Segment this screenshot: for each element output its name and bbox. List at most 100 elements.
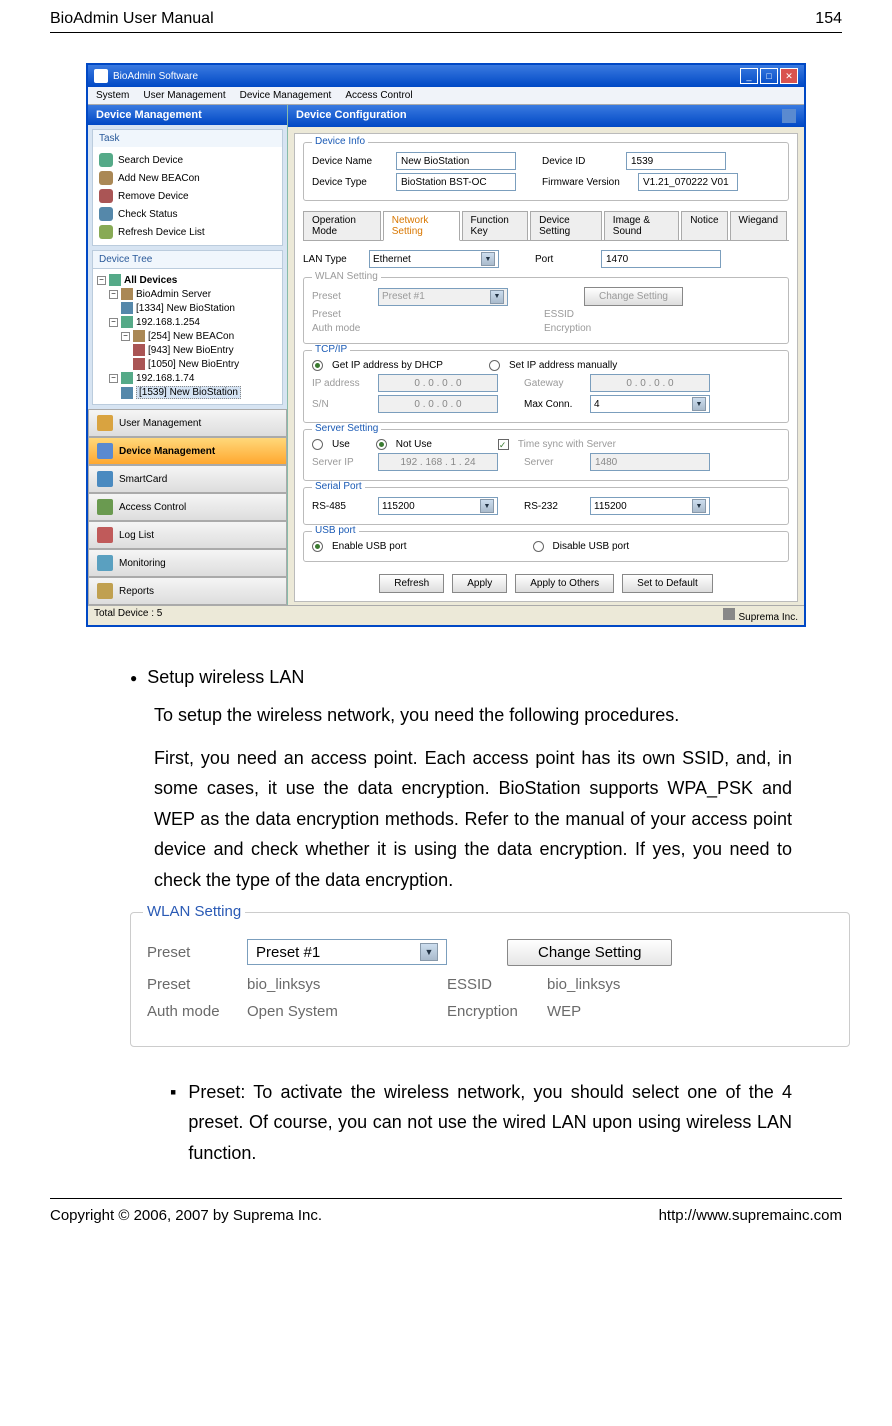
chevron-down-icon: ▼ [481, 252, 495, 266]
tab-network-setting[interactable]: Network Setting [383, 211, 460, 241]
device-mgmt-icon [97, 443, 113, 459]
task-remove-device[interactable]: Remove Device [97, 187, 278, 205]
apply-others-button[interactable]: Apply to Others [515, 574, 614, 593]
usb-disable-radio[interactable] [533, 541, 544, 552]
essid-label: ESSID [447, 976, 547, 993]
nav-access-control[interactable]: Access Control [88, 493, 287, 521]
header-left: BioAdmin User Manual [50, 10, 214, 28]
encryption-label: Encryption [544, 323, 604, 334]
server-use-radio[interactable] [312, 439, 323, 450]
firmware-label: Firmware Version [542, 177, 632, 188]
change-setting-button[interactable]: Change Setting [507, 939, 672, 966]
task-search-device[interactable]: Search Device [97, 151, 278, 169]
bioadmin-screenshot: BioAdmin Software _ □ ✕ System User Mana… [86, 63, 806, 627]
refresh-button[interactable]: Refresh [379, 574, 444, 593]
usb-enable-radio[interactable] [312, 541, 323, 552]
main-header: Device Configuration [288, 105, 804, 127]
close-button[interactable]: ✕ [780, 68, 798, 84]
menu-device-management[interactable]: Device Management [240, 90, 332, 101]
port-input[interactable] [601, 250, 721, 268]
rs232-label: RS-232 [524, 501, 584, 512]
tab-function-key[interactable]: Function Key [462, 211, 529, 240]
minimize-button[interactable]: _ [740, 68, 758, 84]
server-port-input [590, 453, 710, 471]
wlan-title: WLAN Setting [312, 271, 381, 282]
status-company: Suprema Inc. [723, 608, 798, 623]
chevron-down-icon: ▼ [490, 290, 504, 304]
tree-ip-74[interactable]: −192.168.1.74 [109, 371, 278, 385]
tab-operation-mode[interactable]: Operation Mode [303, 211, 381, 240]
config-tabs: Operation Mode Network Setting Function … [303, 211, 789, 241]
preset-select[interactable]: Preset #1 ▼ [247, 939, 447, 965]
nav-log-list[interactable]: Log List [88, 521, 287, 549]
dhcp-radio[interactable] [312, 360, 323, 371]
device-info-fieldset: Device Info Device Name Device ID Device… [303, 142, 789, 201]
nav-smartcard[interactable]: SmartCard [88, 465, 287, 493]
nav-user-management[interactable]: User Management [88, 409, 287, 437]
task-refresh-list[interactable]: Refresh Device List [97, 223, 278, 241]
rs232-select[interactable]: 115200▼ [590, 497, 710, 515]
rs485-select[interactable]: 115200▼ [378, 497, 498, 515]
menu-system[interactable]: System [96, 90, 129, 101]
server-ip-label: Server IP [312, 457, 372, 468]
tree-toggle-icon[interactable]: − [97, 276, 106, 285]
essid-value: bio_linksys [547, 976, 707, 993]
serial-title: Serial Port [312, 481, 365, 492]
tree-ip-254[interactable]: −192.168.1.254 [109, 315, 278, 329]
footer-copyright: Copyright © 2006, 2007 by Suprema Inc. [50, 1207, 322, 1224]
tree-beacon-254[interactable]: −[254] New BEACon [121, 329, 278, 343]
tree-bioentry-1050[interactable]: [1050] New BioEntry [133, 357, 278, 371]
sub-bullet-text: Preset: To activate the wireless network… [188, 1077, 792, 1169]
tree-toggle-icon[interactable]: − [109, 374, 118, 383]
page-number: 154 [815, 10, 842, 28]
max-conn-select[interactable]: 4▼ [590, 395, 710, 413]
lan-type-label: LAN Type [303, 254, 363, 265]
task-add-beacon[interactable]: Add New BEACon [97, 169, 278, 187]
device-name-label: Device Name [312, 156, 390, 167]
preset-name-value: bio_linksys [247, 976, 407, 993]
reports-icon [97, 583, 113, 599]
tab-notice[interactable]: Notice [681, 211, 727, 240]
device-name-input[interactable] [396, 152, 516, 170]
tree-root[interactable]: −All Devices [97, 273, 278, 287]
tree-toggle-icon[interactable]: − [109, 290, 118, 299]
log-icon [97, 527, 113, 543]
tree-title: Device Tree [93, 251, 282, 269]
tree-bioadmin-server[interactable]: −BioAdmin Server [109, 287, 278, 301]
titlebar: BioAdmin Software _ □ ✕ [88, 65, 804, 87]
header-rule [50, 32, 842, 33]
wlan-detail-title: WLAN Setting [143, 903, 245, 920]
wlan-detail-panel: WLAN Setting Preset Preset #1 ▼ Change S… [130, 912, 850, 1047]
tree-bioentry-943[interactable]: [943] New BioEntry [133, 343, 278, 357]
device-icon [133, 358, 145, 370]
set-default-button[interactable]: Set to Default [622, 574, 713, 593]
server-icon [121, 288, 133, 300]
auth-mode-value: Open System [247, 1003, 407, 1020]
server-notuse-radio[interactable] [376, 439, 387, 450]
menu-user-management[interactable]: User Management [143, 90, 225, 101]
manual-ip-radio[interactable] [489, 360, 500, 371]
tree-toggle-icon[interactable]: − [121, 332, 130, 341]
tab-wiegand[interactable]: Wiegand [730, 211, 787, 240]
tab-device-setting[interactable]: Device Setting [530, 211, 602, 240]
nav-monitoring[interactable]: Monitoring [88, 549, 287, 577]
preset-label: Preset [312, 291, 372, 302]
apply-button[interactable]: Apply [452, 574, 507, 593]
nav-reports[interactable]: Reports [88, 577, 287, 605]
monitoring-icon [97, 555, 113, 571]
tree-biostation-1334[interactable]: [1334] New BioStation [121, 301, 278, 315]
remove-icon [99, 189, 113, 203]
tree-toggle-icon[interactable]: − [109, 318, 118, 327]
maximize-button[interactable]: □ [760, 68, 778, 84]
nav-device-management[interactable]: Device Management [88, 437, 287, 465]
footer-url: http://www.supremainc.com [659, 1207, 842, 1224]
tree-biostation-1539[interactable]: [1539] New BioStation [121, 385, 278, 400]
server-ip-input [378, 453, 498, 471]
status-icon [99, 207, 113, 221]
lan-type-select[interactable]: Ethernet▼ [369, 250, 499, 268]
refresh-icon [99, 225, 113, 239]
add-icon [99, 171, 113, 185]
task-check-status[interactable]: Check Status [97, 205, 278, 223]
tab-image-sound[interactable]: Image & Sound [604, 211, 679, 240]
menu-access-control[interactable]: Access Control [345, 90, 412, 101]
